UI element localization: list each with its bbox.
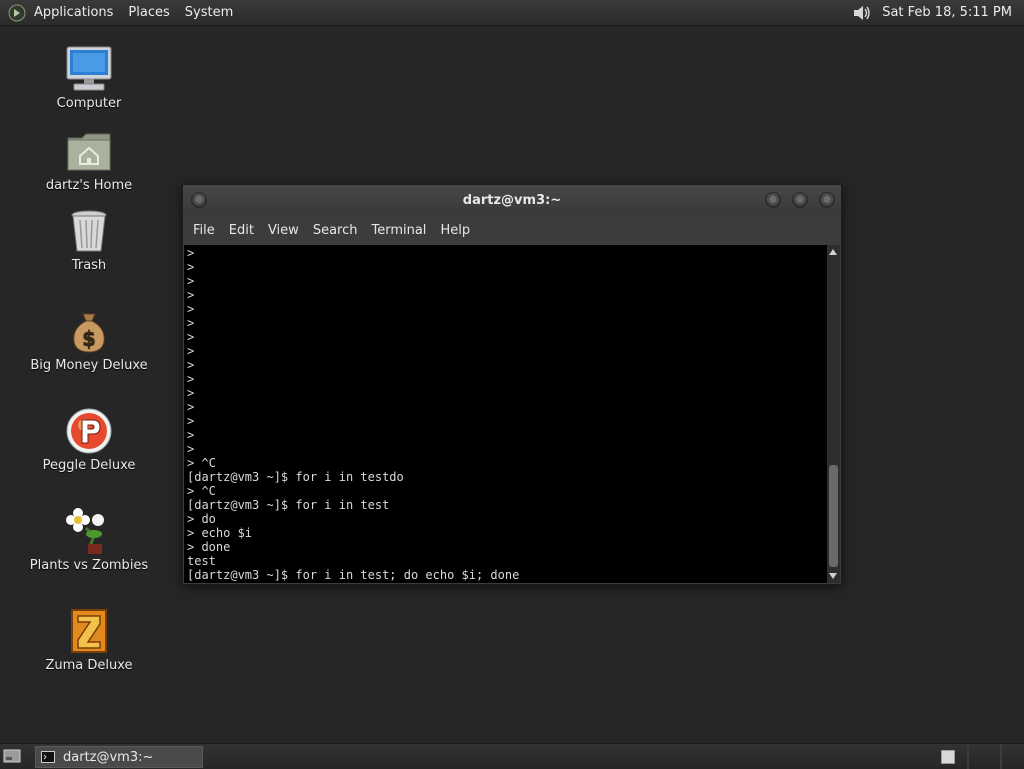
scrollbar-thumb[interactable] <box>829 465 838 567</box>
terminal-scrollbar[interactable] <box>827 245 840 583</box>
terminal-output[interactable]: > > > > > > > > > > > > > > > > ^C [dartz@vm3 ~]$ for i … <box>184 245 827 583</box>
terminal-line: > <box>187 442 195 456</box>
peggle-icon <box>64 406 114 456</box>
applications-menu[interactable]: Applications <box>34 5 113 20</box>
zuma-icon <box>64 606 114 656</box>
terminal-line: [dartz@vm3 ~]$ for i in testdo <box>187 470 404 484</box>
menu-file[interactable]: File <box>193 223 215 238</box>
svg-text:$: $ <box>82 326 96 350</box>
desktop-icon-label: Plants vs Zombies <box>29 558 149 573</box>
desktop-icon-trash[interactable]: Trash <box>24 206 154 273</box>
close-button[interactable] <box>819 192 835 208</box>
home-folder-icon <box>64 126 114 176</box>
clock[interactable]: Sat Feb 18, 5:11 PM <box>882 5 1012 20</box>
desktop-icon-label: Big Money Deluxe <box>30 358 148 373</box>
terminal-menubar: File Edit View Search Terminal Help <box>183 215 841 245</box>
desktop-icon-label: Trash <box>71 258 107 273</box>
desktop-icon-zuma[interactable]: Zuma Deluxe <box>24 606 154 673</box>
menu-view[interactable]: View <box>268 223 299 238</box>
terminal-line: > <box>187 274 195 288</box>
terminal-line: > <box>187 400 195 414</box>
terminal-icon <box>41 751 55 763</box>
desktop-icon-label: Zuma Deluxe <box>45 658 133 673</box>
taskbar-terminal-button[interactable]: dartz@vm3:~ <box>35 746 203 768</box>
terminal-line: > <box>187 358 195 372</box>
panel-separator <box>967 744 969 769</box>
terminal-line: > <box>187 386 195 400</box>
show-desktop-icon[interactable] <box>3 748 21 764</box>
terminal-line: > <box>187 316 195 330</box>
desktop-icon-home[interactable]: dartz's Home <box>24 126 154 193</box>
terminal-line: > ^C <box>187 456 216 470</box>
computer-icon <box>64 44 114 94</box>
scroll-down-arrow-icon[interactable] <box>829 573 837 579</box>
top-panel: Applications Places System Sat Feb 18, 5… <box>0 0 1024 26</box>
window-menu-button[interactable] <box>191 192 207 208</box>
trash-icon <box>64 206 114 256</box>
menu-edit[interactable]: Edit <box>229 223 254 238</box>
maximize-button[interactable] <box>792 192 808 208</box>
terminal-line: > <box>187 330 195 344</box>
terminal-line: > <box>187 260 195 274</box>
money-bag-icon: $ <box>64 306 114 356</box>
menu-help[interactable]: Help <box>440 223 470 238</box>
desktop-icon-peggle[interactable]: Peggle Deluxe <box>24 406 154 473</box>
terminal-line: > echo $i <box>187 526 253 540</box>
gnome-foot-icon[interactable] <box>8 4 26 22</box>
desktop-icon-label: dartz's Home <box>45 178 133 193</box>
terminal-line: > <box>187 302 195 316</box>
desktop-icon-label: Computer <box>56 96 122 111</box>
places-menu[interactable]: Places <box>128 5 169 20</box>
minimize-button[interactable] <box>765 192 781 208</box>
terminal-line: > <box>187 246 195 260</box>
terminal-line: > <box>187 428 195 442</box>
terminal-line: [dartz@vm3 ~]$ for i in test; do echo $i… <box>187 568 520 582</box>
terminal-line: > do <box>187 512 216 526</box>
terminal-line: > <box>187 344 195 358</box>
scroll-up-arrow-icon[interactable] <box>829 249 837 255</box>
panel-separator <box>1000 744 1002 769</box>
terminal-line: > <box>187 414 195 428</box>
desktop-icon-big-money[interactable]: $ Big Money Deluxe <box>24 306 154 373</box>
menu-search[interactable]: Search <box>313 223 358 238</box>
taskbar-label: dartz@vm3:~ <box>63 749 154 765</box>
plants-vs-zombies-icon <box>64 506 114 556</box>
volume-icon[interactable] <box>852 4 872 22</box>
terminal-lines: > > > > > > > > > > > > > > > > ^C [dartz@vm3 ~]$ for i … <box>187 246 519 582</box>
system-menu[interactable]: System <box>185 5 233 20</box>
terminal-line: > <box>187 372 195 386</box>
bottom-panel: dartz@vm3:~ <box>0 743 1024 769</box>
desktop-icon-computer[interactable]: Computer <box>24 44 154 111</box>
window-titlebar[interactable]: dartz@vm3:~ <box>183 185 841 215</box>
menu-terminal[interactable]: Terminal <box>371 223 426 238</box>
window-title: dartz@vm3:~ <box>462 192 562 208</box>
desktop-icon-label: Peggle Deluxe <box>42 458 136 473</box>
desktop-icon-plants-vs-zombies[interactable]: Plants vs Zombies <box>24 506 154 573</box>
terminal-window: dartz@vm3:~ File Edit View Search Termin… <box>182 184 842 585</box>
terminal-line: > <box>187 288 195 302</box>
terminal-line: > done <box>187 540 231 554</box>
panel-tray: Sat Feb 18, 5:11 PM <box>852 0 1024 25</box>
terminal-line: [dartz@vm3 ~]$ for i in test <box>187 498 390 512</box>
terminal-line: > ^C <box>187 484 216 498</box>
terminal-line: test <box>187 554 216 568</box>
workspace-1[interactable] <box>941 750 955 764</box>
